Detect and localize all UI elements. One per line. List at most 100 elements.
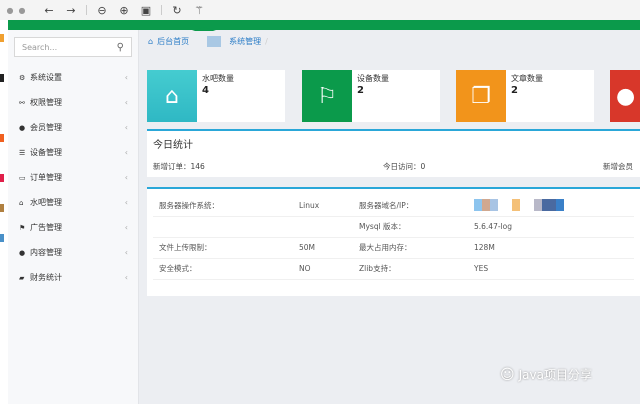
sidebar-item-label: 订单管理 [30,173,62,182]
sidebar-item-label: 权限管理 [30,98,62,107]
cell: NO [293,258,353,280]
new-orders: 新增订单：146 [153,162,205,171]
toolbar-divider [86,5,87,15]
search-placeholder: Search... [22,42,58,52]
magic-wand-icon[interactable]: ⚚ [188,4,210,17]
left-edge-strip [0,20,8,404]
sidebar-item-members[interactable]: ● 会员管理 ‹ [8,115,138,140]
sidebar-item-finance[interactable]: ▰ 财务统计 ‹ [8,265,138,290]
card-title: 设备数量 [357,74,389,83]
zoom-in-icon[interactable]: ⊕ [113,4,135,17]
watermark-text: Java项目分享 [518,368,592,382]
flag-icon: ⚑ [19,223,26,232]
home-icon: ⌂ [19,198,24,207]
breadcrumb-current[interactable]: 系统管理 [229,36,261,47]
chevron-left-icon: ‹ [124,248,128,257]
cell: YES [468,258,634,280]
watermark: ☺ Java项目分享 [500,366,592,383]
sidebar-item-orders[interactable]: ▭ 订单管理 ‹ [8,165,138,190]
sidebar-item-label: 系统设置 [30,73,62,82]
active-tab-indicator [192,27,216,31]
sidebar-item-permissions[interactable]: ⚯ 权限管理 ‹ [8,90,138,115]
search-input[interactable]: Search... ⚲ [14,37,132,57]
user-icon: ● [19,123,26,132]
server-info-panel: 服务器操作系统： Linux 服务器域名/IP： Mysql 版本： 5.6.47-l… [147,187,640,296]
stat-card-articles[interactable]: ❐ 文章数量 2 [456,70,594,122]
sidebar-item-devices[interactable]: ☰ 设备管理 ‹ [8,140,138,165]
user-icon: ● [610,70,640,122]
sidebar-item-label: 会员管理 [30,123,62,132]
sidebar-item-water-bar[interactable]: ⌂ 水吧管理 ‹ [8,190,138,215]
order-icon: ▭ [19,173,26,182]
today-visits: 今日访问：0 [383,162,426,171]
server-info-table: 服务器操作系统： Linux 服务器域名/IP： Mysql 版本： 5.6.47-l… [153,195,634,280]
chevron-left-icon: ‹ [124,73,128,82]
stat-card-water-bar[interactable]: ⌂ 水吧数量 4 [147,70,285,122]
table-row: 安全模式： NO Zlib支持： YES [153,258,634,280]
folder-icon [207,36,222,47]
cell: 最大占用内存： [353,237,468,259]
card-value: 4 [202,85,209,96]
breadcrumb-separator: / [265,37,268,46]
cell: 128M [468,237,634,259]
back-arrow-icon[interactable]: ← [38,4,60,17]
flag-icon: ⚐ [302,70,352,122]
list-icon: ☰ [19,148,26,157]
cell [153,216,293,238]
cell: Zlib支持： [353,258,468,280]
sidebar-item-label: 设备管理 [30,148,62,157]
cell: 50M [293,237,353,259]
table-row: 文件上传限制： 50M 最大占用内存： 128M [153,237,634,259]
today-stats-panel: 今日统计 新增订单：146 今日访问：0 新增会员 [147,129,640,177]
stat-card-members[interactable]: ● [610,70,640,122]
cell: 服务器操作系统： [153,195,293,217]
cell: 服务器域名/IP： [353,195,468,217]
cell: Mysql 版本： [353,216,468,238]
zoom-out-icon[interactable]: ⊖ [91,4,113,17]
search-icon[interactable]: ⚲ [117,42,124,53]
home-icon: ⌂ [147,70,197,122]
cell: 安全模式： [153,258,293,280]
sidebar-item-content[interactable]: ● 内容管理 ‹ [8,240,138,265]
chevron-left-icon: ‹ [124,148,128,157]
sidebar-menu: ⚙ 系统设置 ‹ ⚯ 权限管理 ‹ ● 会员管理 ‹ ☰ 设备管理 ‹ ▭ 订单管理 ‹ ⌂ 水吧管理… [8,65,138,290]
sidebar: Search... ⚲ ⚙ 系统设置 ‹ ⚯ 权限管理 ‹ ● 会员管理 ‹ ☰ 设备管理 ‹ ▭… [8,30,139,404]
money-icon: ▰ [19,273,25,282]
cell: Linux [293,195,353,217]
new-members: 新增会员 [603,162,633,171]
close-dot-icon[interactable]: ● [4,6,16,15]
card-value: 2 [511,85,518,96]
sidebar-item-label: 内容管理 [30,248,62,257]
rotate-icon[interactable]: ↻ [166,4,188,17]
sidebar-item-ads[interactable]: ⚑ 广告管理 ‹ [8,215,138,240]
breadcrumb-home[interactable]: 后台首页 [157,36,189,47]
top-header-bar [8,20,640,30]
minimize-dot-icon[interactable]: ● [16,6,28,15]
cell: 5.6.47-log [468,216,634,238]
share-icon: ⚯ [19,98,25,107]
fit-icon[interactable]: ▣ [135,4,157,17]
table-row: 服务器操作系统： Linux 服务器域名/IP： [153,195,634,217]
cell: 文件上传限制： [153,237,293,259]
toolbar-divider [161,5,162,15]
card-value: 2 [357,85,364,96]
card-title: 水吧数量 [202,74,234,83]
breadcrumb: ⌂ 后台首页 系统管理 / [148,36,268,47]
copy-icon: ❐ [456,70,506,122]
table-row: Mysql 版本： 5.6.47-log [153,216,634,238]
sidebar-item-label: 水吧管理 [30,198,62,207]
forward-arrow-icon[interactable]: → [60,4,82,17]
redacted-ip [468,195,634,217]
chevron-left-icon: ‹ [124,223,128,232]
chevron-left-icon: ‹ [124,198,128,207]
wechat-icon: ☺ [500,366,515,383]
chevron-left-icon: ‹ [124,273,128,282]
stat-card-devices[interactable]: ⚐ 设备数量 2 [302,70,440,122]
chevron-left-icon: ‹ [124,123,128,132]
sidebar-item-label: 财务统计 [30,273,62,282]
sidebar-item-system-settings[interactable]: ⚙ 系统设置 ‹ [8,65,138,90]
gear-icon: ⚙ [19,73,26,82]
card-title: 文章数量 [511,74,543,83]
chevron-left-icon: ‹ [124,173,128,182]
comments-icon: ● [19,248,26,257]
